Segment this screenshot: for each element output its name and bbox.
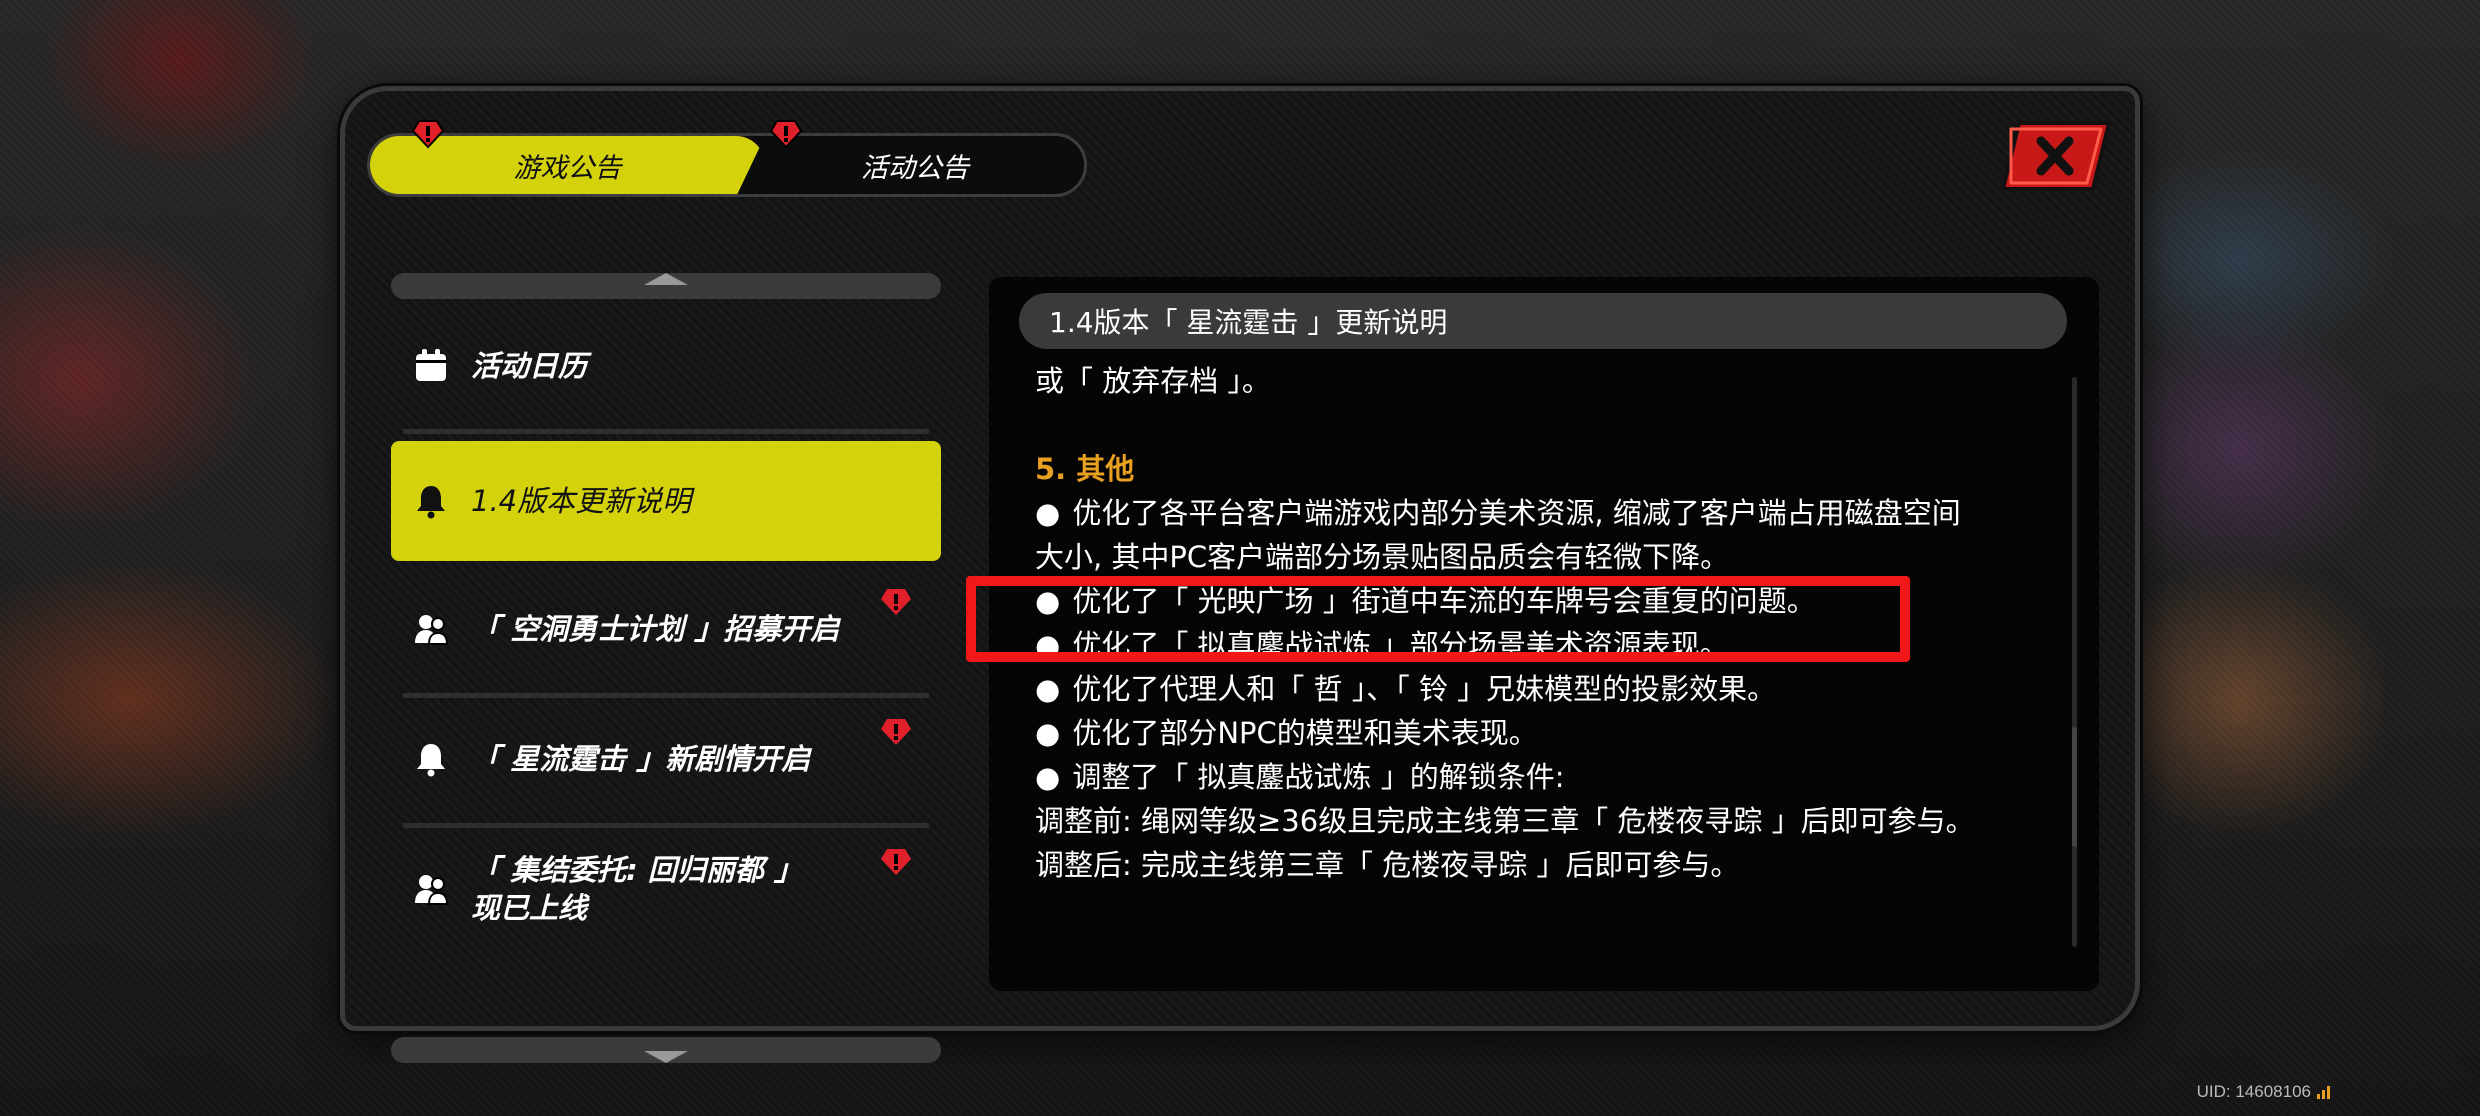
scroll-down-button[interactable] xyxy=(391,1037,941,1063)
scrollbar-thumb[interactable] xyxy=(2072,727,2077,847)
announcement-content[interactable]: 1.4版本「 星流霆击 」更新说明 或「 放弃存档 」。 5. 其他 优化了各平… xyxy=(989,277,2099,991)
sidebar-item-label: 活动日历 xyxy=(471,349,588,383)
sidebar-item-label: 1.4版本更新说明 xyxy=(471,484,692,518)
sidebar-item-event-calendar[interactable]: 活动日历 xyxy=(391,309,941,423)
sidebar-item-version-notes[interactable]: 1.4版本更新说明 xyxy=(391,441,941,561)
announcement-dialog: 游戏公告 活动公告 活动日历 1.4版本更新说明 「 空洞勇士计划 」招募开启 … xyxy=(340,86,2140,1063)
content-bullet: 优化了「 光映广场 」街道中车流的车牌号会重复的问题。 xyxy=(1035,579,2035,623)
announcement-list: 活动日历 1.4版本更新说明 「 空洞勇士计划 」招募开启 「 星流霆击 」新剧… xyxy=(391,273,951,1063)
content-line: 调整后: 完成主线第三章「 危楼夜寻踪 」后即可参与。 xyxy=(1035,848,1740,882)
uid-text: UID: 14608106 xyxy=(2196,1082,2311,1101)
signal-icon xyxy=(2317,1085,2330,1099)
alert-icon xyxy=(879,847,913,877)
content-line: 或「 放弃存档 」。 xyxy=(1035,364,1271,398)
content-bullet: 调整了「 拟真鏖战试炼 」的解锁条件: xyxy=(1035,755,2035,799)
divider xyxy=(403,823,929,828)
calendar-icon xyxy=(416,349,446,381)
section-heading: 5. 其他 xyxy=(1035,452,1135,486)
content-line xyxy=(1035,403,2035,447)
content-bullet: 优化了部分NPC的模型和美术表现。 xyxy=(1035,711,2035,755)
sidebar-item-label: 「 星流霆击 」新剧情开启 xyxy=(471,742,811,776)
content-scrollbar[interactable] xyxy=(2072,377,2077,947)
alert-icon xyxy=(411,119,445,149)
handshake-icon xyxy=(415,875,449,905)
scroll-up-button[interactable] xyxy=(391,273,941,299)
tab-bar: 游戏公告 活动公告 xyxy=(367,133,1087,197)
divider xyxy=(403,693,929,698)
uid-label: UID: 14608106 xyxy=(2197,1082,2330,1102)
handshake-icon xyxy=(415,615,449,645)
tab-label: 活动公告 xyxy=(861,152,969,184)
content-bullet: 优化了「 拟真鏖战试炼 」部分场景美术资源表现。 xyxy=(1035,623,2035,667)
sidebar-item-story-event[interactable]: 「 星流霆击 」新剧情开启 xyxy=(391,699,941,819)
sidebar-item-hollow-hero[interactable]: 「 空洞勇士计划 」招募开启 xyxy=(391,569,941,689)
content-bullet: 优化了各平台客户端游戏内部分美术资源, 缩减了客户端占用磁盘空间 xyxy=(1035,491,2035,535)
alert-icon xyxy=(769,119,803,149)
divider xyxy=(403,429,929,434)
tab-label: 游戏公告 xyxy=(513,152,622,184)
sidebar-item-label: 「 空洞勇士计划 」招募开启 xyxy=(471,612,840,646)
chevron-down-icon xyxy=(644,1051,688,1063)
content-title: 1.4版本「 星流霆击 」更新说明 xyxy=(1019,293,2067,349)
close-button[interactable] xyxy=(1997,119,2115,193)
bell-icon xyxy=(417,744,445,777)
content-line: 调整前: 绳网等级≥36级且完成主线第三章「 危楼夜寻踪 」后即可参与。 xyxy=(1035,804,1975,838)
sidebar-item-gather-commission[interactable]: 「 集结委托: 回归丽都 」 现已上线 xyxy=(391,829,941,949)
bell-icon xyxy=(417,486,445,519)
alert-icon xyxy=(879,717,913,747)
content-line: 大小, 其中PC客户端部分场景贴图品质会有轻微下降。 xyxy=(1035,540,1730,574)
close-icon xyxy=(2001,121,2111,191)
content-bullet: 优化了代理人和「 哲 」、「 铃 」兄妹模型的投影效果。 xyxy=(1035,667,2035,711)
sidebar-item-label: 「 集结委托: 回归丽都 」 现已上线 xyxy=(471,853,803,925)
alert-icon xyxy=(879,587,913,617)
content-body: 或「 放弃存档 」。 5. 其他 优化了各平台客户端游戏内部分美术资源, 缩减了… xyxy=(1035,359,2035,887)
chevron-up-icon xyxy=(644,273,688,285)
